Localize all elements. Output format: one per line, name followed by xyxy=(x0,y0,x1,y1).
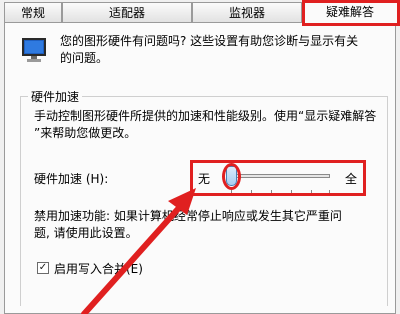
disable-note-line: 禁用加速功能: 如果计算机经常停止响应或发生其它严重问 xyxy=(34,209,342,223)
desc-line: ”来帮助您做更改。 xyxy=(34,126,137,140)
monitor-icon xyxy=(22,38,46,62)
disable-note-line: 题, 请使用此设置。 xyxy=(34,226,138,240)
group-title: 硬件加速 xyxy=(28,88,83,105)
tab-label: 常规 xyxy=(20,6,45,20)
write-combining-checkbox[interactable]: ✓ xyxy=(37,262,49,274)
tab-label: 适配器 xyxy=(108,6,145,20)
desc-line: 手动控制图形硬件所提供的加速和性能级别。使用“显示疑难解答 xyxy=(34,109,377,123)
tab-general[interactable]: 常规 xyxy=(4,2,62,22)
slider-label: 硬件加速 (H): xyxy=(34,172,109,186)
tab-monitor[interactable]: 监视器 xyxy=(192,2,302,22)
group-description: 手动控制图形硬件所提供的加速和性能级别。使用“显示疑难解答 ”来帮助您做更改。 xyxy=(34,108,384,142)
highlight-troubleshoot-tab xyxy=(302,0,400,26)
intro-line: 您的图形硬件有问题吗? 这些设置有助您诊断与显示有关 xyxy=(60,34,359,48)
tab-label: 监视器 xyxy=(228,6,265,20)
intro-line: 的问题。 xyxy=(60,51,109,65)
intro-text: 您的图形硬件有问题吗? 这些设置有助您诊断与显示有关 的问题。 xyxy=(60,33,390,67)
write-combining-label[interactable]: 启用写入合并(E) xyxy=(54,260,143,277)
disable-note: 禁用加速功能: 如果计算机经常停止响应或发生其它严重问 题, 请使用此设置。 xyxy=(34,208,364,242)
highlight-slider-thumb xyxy=(222,163,241,190)
tab-adapter[interactable]: 适配器 xyxy=(62,2,192,22)
highlight-slider xyxy=(190,160,366,196)
